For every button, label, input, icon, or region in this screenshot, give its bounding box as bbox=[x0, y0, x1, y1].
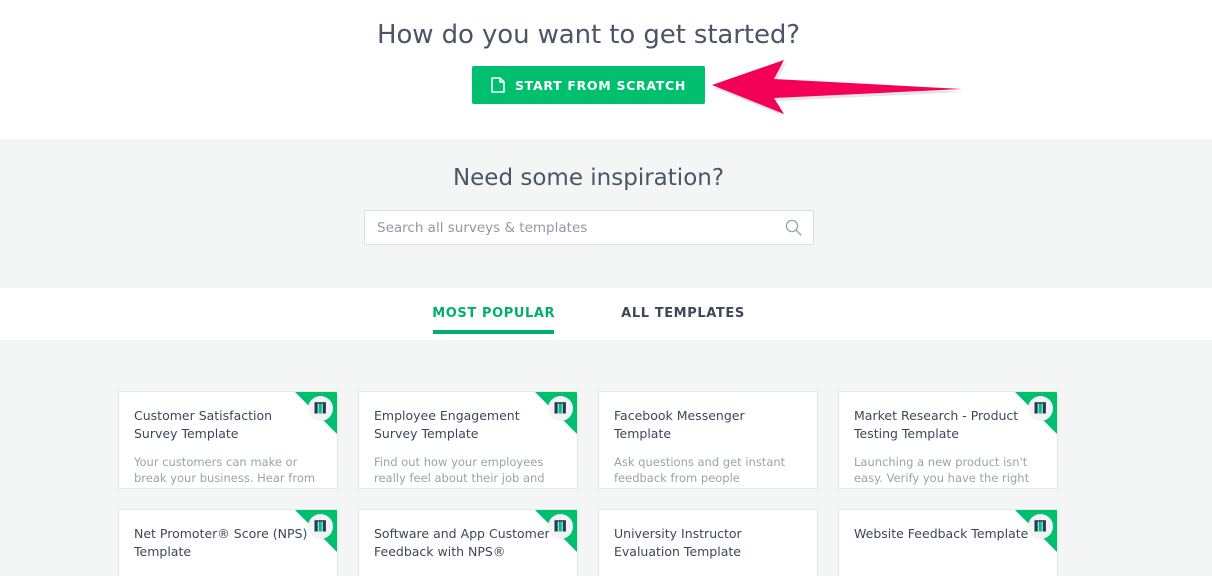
tabs-section: MOST POPULAR ALL TEMPLATES bbox=[0, 288, 1212, 340]
templates-section: Customer Satisfaction Survey Template Yo… bbox=[0, 340, 1212, 576]
template-card[interactable]: Software and App Customer Feedback with … bbox=[358, 509, 578, 576]
template-card-title: Net Promoter® Score (NPS) Template bbox=[134, 526, 308, 559]
template-card[interactable]: Facebook Messenger Template Ask question… bbox=[598, 391, 818, 489]
search-icon[interactable] bbox=[785, 219, 802, 236]
template-card-title: Software and App Customer Feedback with … bbox=[374, 526, 550, 559]
template-card[interactable]: University Instructor Evaluation Templat… bbox=[598, 509, 818, 576]
surveymonkey-badge-icon bbox=[308, 396, 333, 421]
surveymonkey-badge-icon bbox=[308, 514, 333, 539]
document-page-icon bbox=[491, 77, 505, 93]
template-card[interactable]: Market Research - Product Testing Templa… bbox=[838, 391, 1058, 489]
template-card-title: Customer Satisfaction Survey Template bbox=[134, 408, 273, 441]
page-title: How do you want to get started? bbox=[377, 20, 800, 50]
template-card-description: Your customers can make or break your bu… bbox=[134, 455, 316, 488]
search-bar bbox=[364, 210, 814, 245]
template-grid: Customer Satisfaction Survey Template Yo… bbox=[118, 391, 1058, 576]
tab-most-popular[interactable]: MOST POPULAR bbox=[432, 288, 555, 334]
search-input[interactable] bbox=[364, 210, 814, 245]
template-card-title: University Instructor Evaluation Templat… bbox=[614, 526, 742, 559]
start-from-scratch-label: START FROM SCRATCH bbox=[514, 77, 687, 93]
template-card[interactable]: Customer Satisfaction Survey Template Yo… bbox=[118, 391, 338, 489]
template-card[interactable]: Net Promoter® Score (NPS) Template bbox=[118, 509, 338, 576]
template-tabs: MOST POPULAR ALL TEMPLATES bbox=[0, 288, 1177, 340]
surveymonkey-badge-icon bbox=[548, 514, 573, 539]
hero-section: How do you want to get started? START FR… bbox=[0, 0, 1212, 139]
template-card-description: Find out how your employees really feel … bbox=[374, 455, 545, 488]
surveymonkey-badge-icon bbox=[548, 396, 573, 421]
surveymonkey-badge-icon bbox=[1028, 396, 1053, 421]
template-card[interactable]: Employee Engagement Survey Template Find… bbox=[358, 391, 578, 489]
template-card-description: Launching a new product isn't easy. Veri… bbox=[854, 455, 1030, 488]
inspiration-section: Need some inspiration? bbox=[0, 139, 1212, 288]
inspiration-title: Need some inspiration? bbox=[452, 165, 725, 191]
start-from-scratch-button[interactable]: START FROM SCRATCH bbox=[472, 66, 705, 104]
template-card-title: Facebook Messenger Template bbox=[614, 408, 745, 441]
surveymonkey-badge-icon bbox=[1028, 514, 1053, 539]
template-card-title: Website Feedback Template bbox=[854, 526, 1029, 541]
template-card-description: Ask questions and get instant feedback f… bbox=[614, 455, 786, 488]
template-card-title: Market Research - Product Testing Templa… bbox=[854, 408, 1019, 441]
template-card-title: Employee Engagement Survey Template bbox=[374, 408, 520, 441]
tab-all-templates[interactable]: ALL TEMPLATES bbox=[621, 288, 745, 321]
template-card[interactable]: Website Feedback Template bbox=[838, 509, 1058, 576]
pointer-arrow-icon bbox=[712, 58, 968, 117]
